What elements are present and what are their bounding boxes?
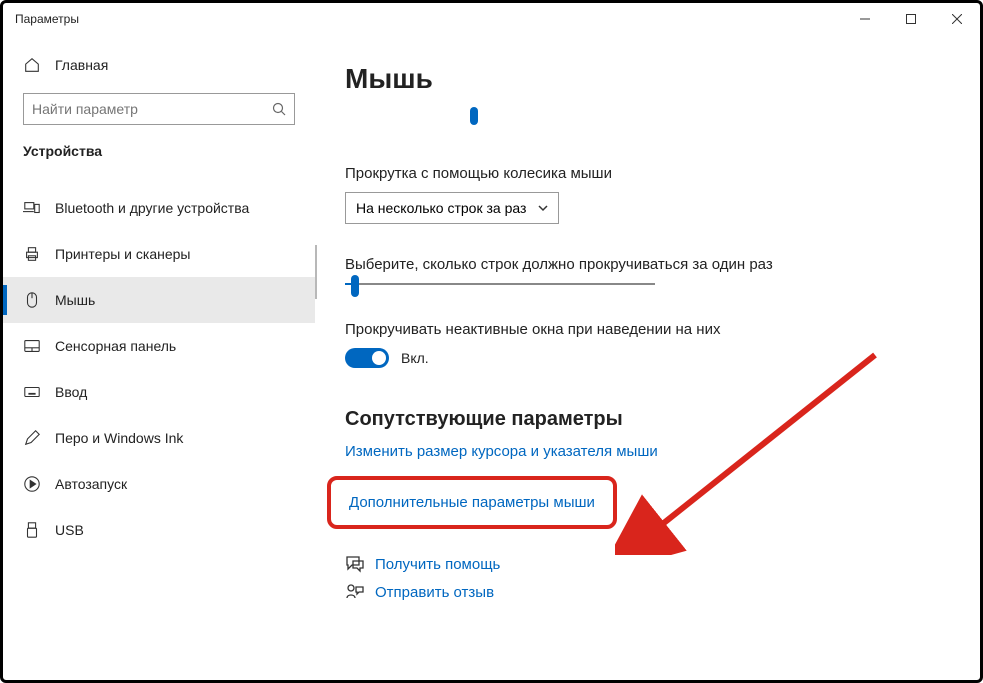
sidebar-item-label: USB <box>55 522 84 538</box>
sidebar-item-typing[interactable]: Ввод <box>3 369 315 415</box>
minimize-icon <box>860 14 870 24</box>
annotation-highlight: Дополнительные параметры мыши <box>327 476 617 529</box>
sidebar-item-mouse[interactable]: Мышь <box>3 277 315 323</box>
printer-icon <box>23 245 41 263</box>
sidebar-item-label: Сенсорная панель <box>55 338 176 354</box>
sidebar-item-label: Bluetooth и другие устройства <box>55 200 249 216</box>
scroll-mode-label: Прокрутка с помощью колесика мыши <box>345 165 952 182</box>
sidebar-item-label: Ввод <box>55 384 87 400</box>
nav-list: Bluetooth и другие устройства Принтеры и… <box>3 185 315 553</box>
page-title: Мышь <box>345 63 952 95</box>
sidebar-item-autoplay[interactable]: Автозапуск <box>3 461 315 507</box>
mouse-icon <box>23 291 41 309</box>
toggle-state-label: Вкл. <box>401 350 429 366</box>
maximize-icon <box>906 14 916 24</box>
sidebar-item-printers[interactable]: Принтеры и сканеры <box>3 231 315 277</box>
lines-slider[interactable] <box>345 283 655 285</box>
devices-icon <box>23 199 41 217</box>
settings-window: Параметры Главная <box>0 0 983 683</box>
sidebar-item-label: Принтеры и сканеры <box>55 246 190 262</box>
chat-icon <box>345 555 365 573</box>
cursor-size-link[interactable]: Изменить размер курсора и указателя мыши <box>345 443 952 460</box>
sidebar-item-pen[interactable]: Перо и Windows Ink <box>3 415 315 461</box>
scroll-mode-select[interactable]: На несколько строк за раз <box>345 192 559 224</box>
feedback-link-label: Отправить отзыв <box>375 584 494 601</box>
home-nav[interactable]: Главная <box>3 45 315 85</box>
titlebar: Параметры <box>3 3 980 35</box>
autoplay-icon <box>23 475 41 493</box>
feedback-icon <box>345 583 365 601</box>
footer-links: Получить помощь Отправить отзыв <box>345 555 952 601</box>
inactive-toggle-row: Вкл. <box>345 348 952 368</box>
usb-icon <box>23 521 41 539</box>
window-body: Главная Устройства Bluetooth и другие ус… <box>3 35 980 680</box>
slider-thumb-partial[interactable] <box>470 107 478 125</box>
maximize-button[interactable] <box>888 3 934 35</box>
slider-thumb[interactable] <box>351 275 359 297</box>
lines-label: Выберите, сколько строк должно прокручив… <box>345 256 952 273</box>
sidebar: Главная Устройства Bluetooth и другие ус… <box>3 35 315 680</box>
sidebar-item-touchpad[interactable]: Сенсорная панель <box>3 323 315 369</box>
window-title: Параметры <box>15 12 79 26</box>
sidebar-item-label: Мышь <box>55 292 95 308</box>
home-icon <box>23 56 41 74</box>
touchpad-icon <box>23 337 41 355</box>
select-value: На несколько строк за раз <box>356 200 526 216</box>
pen-icon <box>23 429 41 447</box>
advanced-mouse-link[interactable]: Дополнительные параметры мыши <box>349 494 595 511</box>
search-input[interactable] <box>32 101 272 117</box>
sidebar-item-usb[interactable]: USB <box>3 507 315 553</box>
get-help-link[interactable]: Получить помощь <box>345 555 952 573</box>
sidebar-item-label: Автозапуск <box>55 476 127 492</box>
minimize-button[interactable] <box>842 3 888 35</box>
sidebar-item-bluetooth[interactable]: Bluetooth и другие устройства <box>3 185 315 231</box>
search-box[interactable] <box>23 93 295 125</box>
scrollbar-hint[interactable] <box>315 245 317 299</box>
sidebar-item-label: Перо и Windows Ink <box>55 430 183 446</box>
search-icon <box>272 102 286 116</box>
home-label: Главная <box>55 57 108 73</box>
inactive-windows-label: Прокручивать неактивные окна при наведен… <box>345 321 952 338</box>
chevron-down-icon <box>538 203 548 213</box>
keyboard-icon <box>23 383 41 401</box>
search-container <box>3 85 315 135</box>
category-heading: Устройства <box>3 135 315 167</box>
feedback-link[interactable]: Отправить отзыв <box>345 583 952 601</box>
related-heading: Сопутствующие параметры <box>345 408 952 431</box>
main-content: Мышь Прокрутка с помощью колесика мыши Н… <box>315 35 980 680</box>
slider-track <box>345 283 655 285</box>
help-link-label: Получить помощь <box>375 556 500 573</box>
close-icon <box>952 14 962 24</box>
close-button[interactable] <box>934 3 980 35</box>
inactive-toggle[interactable] <box>345 348 389 368</box>
